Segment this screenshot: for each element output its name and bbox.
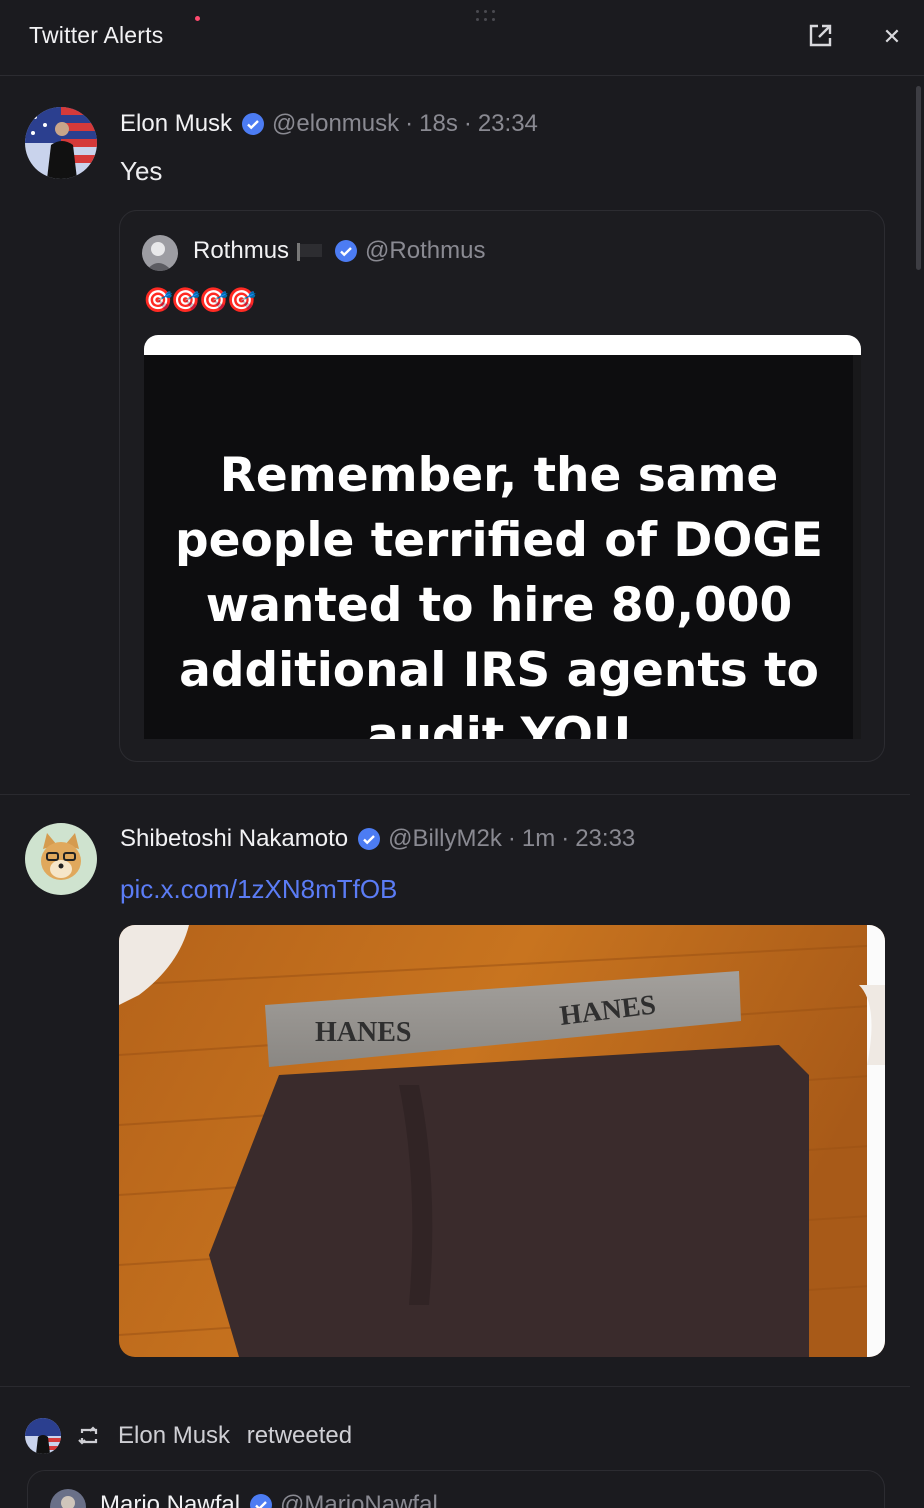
author-name[interactable]: Shibetoshi Nakamoto: [120, 825, 348, 853]
quote-author-handle[interactable]: @MarioNawfal: [280, 1491, 438, 1508]
retweet-indicator[interactable]: Elon Musk retweeted: [0, 1410, 910, 1460]
quote-avatar[interactable]: [50, 1489, 86, 1508]
tweet-link[interactable]: pic.x.com/1zXN8mTfOB: [120, 874, 397, 905]
flag-icon: [297, 243, 323, 261]
author-name[interactable]: Elon Musk: [120, 110, 232, 138]
unread-dot: [195, 16, 200, 21]
panel-title: Twitter Alerts: [29, 22, 164, 48]
retweet-icon: [76, 1423, 102, 1449]
divider: [0, 1386, 910, 1387]
tweet-meta: Elon Musk @elonmusk · 18s · 23:34: [120, 110, 538, 138]
quote-meta: Mario Nawfal @MarioNawfal: [100, 1491, 438, 1508]
tweet-age: 1m: [521, 825, 556, 852]
quoted-tweet[interactable]: Rothmus @Rothmus 🎯🎯🎯🎯 Remember, the same…: [119, 210, 885, 762]
quote-meta: Rothmus @Rothmus: [193, 237, 485, 265]
retweet-text: Elon Musk retweeted: [118, 1422, 352, 1450]
close-icon[interactable]: ✕: [877, 22, 907, 52]
quote-avatar[interactable]: [142, 235, 178, 271]
verified-badge-icon: [335, 240, 358, 262]
retweet-action: retweeted: [246, 1422, 353, 1449]
verified-badge-icon: [242, 113, 265, 135]
author-handle[interactable]: @elonmusk: [272, 110, 399, 138]
tweet-time: 23:34: [477, 110, 538, 137]
drag-handle-icon[interactable]: [474, 8, 498, 24]
avatar[interactable]: [25, 823, 97, 895]
quote-image-text: Remember, the same people terrified of D…: [174, 448, 824, 739]
verified-badge-icon: [250, 1494, 273, 1508]
band-label: HANES: [315, 1017, 411, 1048]
tweet-age: 18s: [419, 110, 458, 137]
quote-author-name[interactable]: Rothmus: [193, 237, 289, 265]
quoted-tweet[interactable]: Mario Nawfal @MarioNawfal: [27, 1470, 885, 1508]
author-handle[interactable]: @BillyM2k: [388, 825, 502, 853]
scrollbar[interactable]: [916, 86, 921, 270]
quote-author-name[interactable]: Mario Nawfal: [100, 1491, 240, 1508]
retweeter-avatar[interactable]: [25, 1418, 61, 1454]
avatar[interactable]: [25, 107, 97, 179]
panel-header: Twitter Alerts ✕: [0, 0, 924, 76]
tweet-image[interactable]: HANES HANES: [119, 925, 885, 1357]
tweet-card[interactable]: Elon Musk @elonmusk · 18s · 23:34 Yes Ro…: [0, 76, 910, 794]
quote-author-handle[interactable]: @Rothmus: [365, 237, 485, 265]
verified-badge-icon: [358, 828, 381, 850]
tweet-text: Yes: [120, 156, 163, 186]
external-link-icon[interactable]: [805, 22, 835, 52]
quote-image[interactable]: Remember, the same people terrified of D…: [144, 335, 861, 739]
tweet-time: 23:33: [575, 825, 636, 852]
quote-emoji: 🎯🎯🎯🎯: [143, 286, 257, 314]
tweet-meta: Shibetoshi Nakamoto @BillyM2k · 1m · 23:…: [120, 825, 636, 853]
retweeter-name[interactable]: Elon Musk: [118, 1422, 230, 1449]
